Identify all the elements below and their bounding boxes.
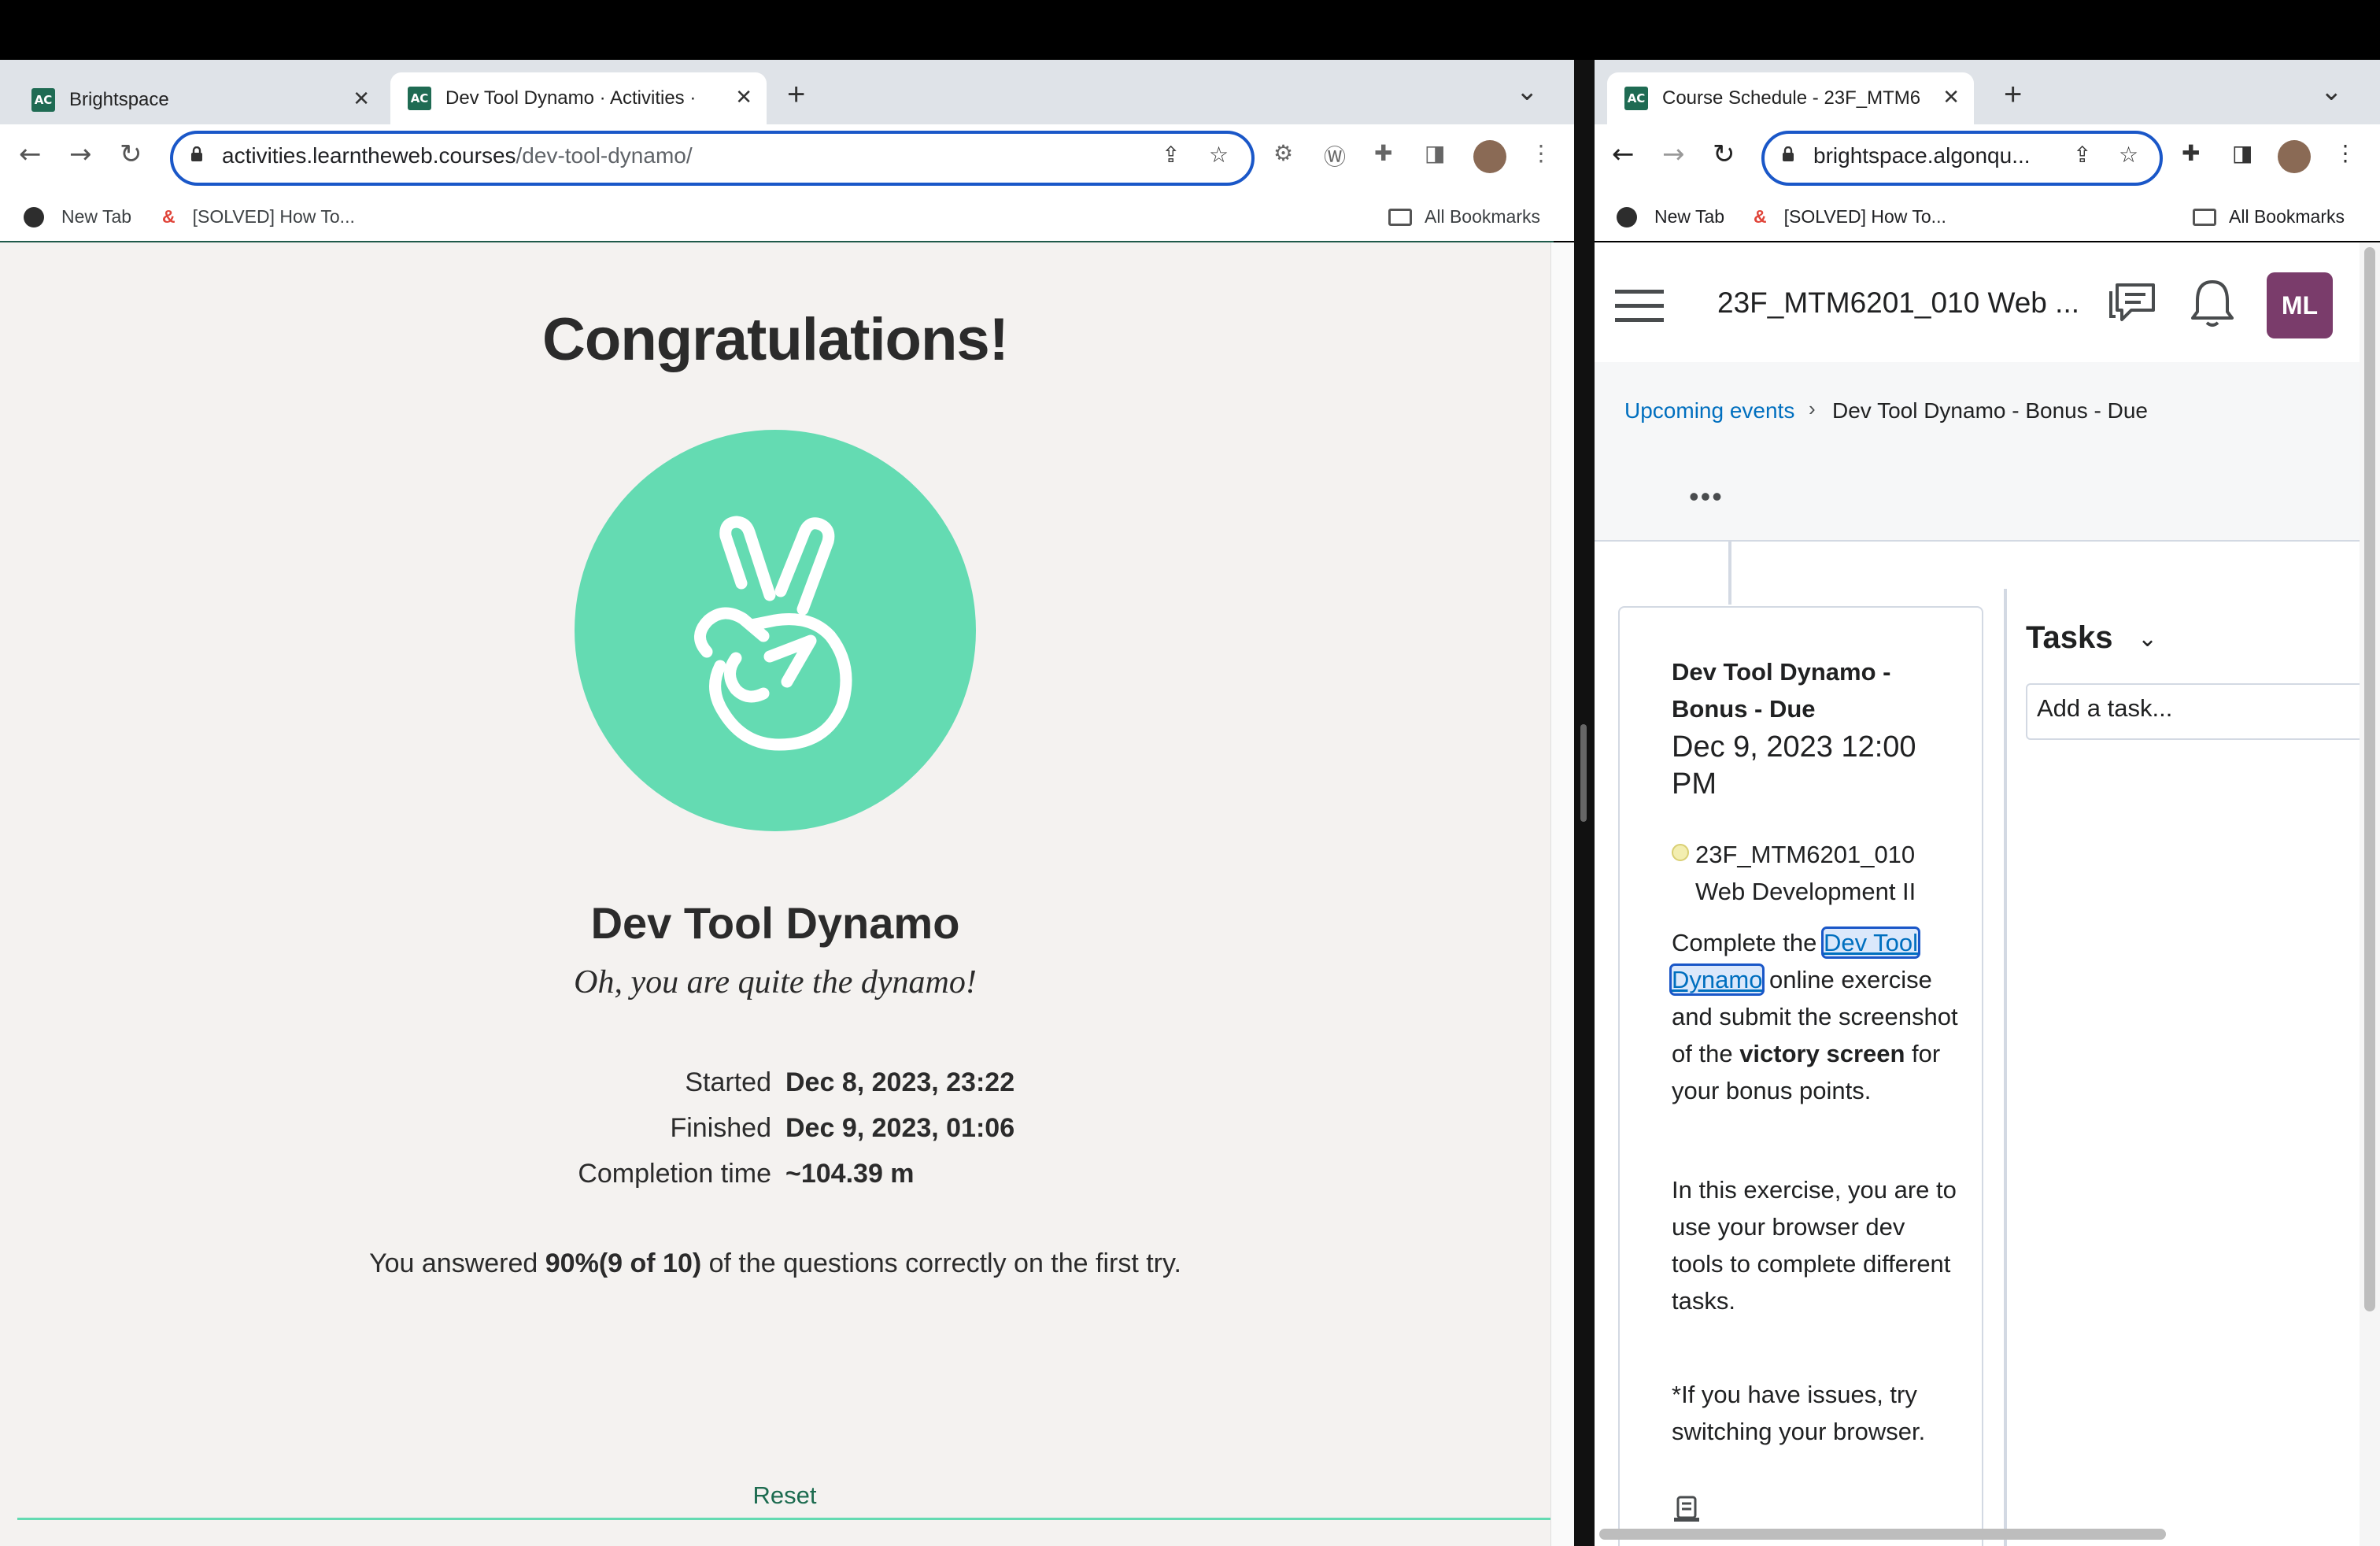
reset-divider: [17, 1518, 1552, 1520]
extension-icon[interactable]: ⚙: [1273, 140, 1293, 166]
reload-icon[interactable]: ↻: [1713, 139, 1735, 170]
column-divider: [1728, 542, 1731, 605]
stat-finished-value: Dec 9, 2023, 01:06: [785, 1113, 1015, 1143]
tab-brightspace[interactable]: AC Brightspace ✕: [14, 74, 384, 126]
right-bookmarks-bar: New Tab & [SOLVED] How To... All Bookmark…: [1595, 195, 2380, 241]
reload-icon[interactable]: ↻: [120, 139, 142, 170]
event-card: Dev Tool Dynamo - Bonus - Due Dec 9, 202…: [1618, 606, 1983, 1546]
close-tab-icon[interactable]: ✕: [353, 87, 370, 111]
breadcrumb-upcoming-events[interactable]: Upcoming events: [1624, 398, 1794, 423]
brightspace-favicon-icon: AC: [1624, 87, 1648, 110]
url-text: activities.learntheweb.courses/dev-tool-…: [222, 143, 693, 168]
user-avatar[interactable]: ML: [2267, 272, 2333, 338]
lock-icon: [1783, 146, 1794, 161]
share-icon[interactable]: ⇪: [2073, 142, 2091, 168]
course-title[interactable]: 23F_MTM6201_010 Web ...: [1717, 287, 2079, 320]
congratulations-heading: Congratulations!: [542, 306, 1009, 373]
stat-completion-value: ~104.39 m: [785, 1159, 915, 1189]
tab-search-icon[interactable]: ⌄: [2320, 76, 2343, 107]
event-course: 23F_MTM6201_010 Web Development II: [1695, 841, 1916, 905]
event-paragraph-3: *If you have issues, try switching your …: [1672, 1381, 1926, 1445]
brightspace-page: 23F_MTM6201_010 Web ... ML Upcoming even…: [1595, 242, 2380, 1546]
course-color-dot-icon: [1672, 844, 1689, 861]
activity-subtitle: Oh, you are quite the dynamo!: [574, 964, 977, 1000]
solved-logo-icon: &: [162, 206, 176, 227]
bookmark-solved-how-to[interactable]: & [SOLVED] How To...: [1754, 206, 1946, 227]
chevron-down-icon[interactable]: ⌄: [2138, 625, 2157, 653]
activities-favicon-icon: AC: [408, 87, 431, 110]
all-bookmarks[interactable]: All Bookmarks: [1388, 206, 1540, 227]
address-bar[interactable]: activities.learntheweb.courses/dev-tool-…: [170, 131, 1255, 186]
tab-search-icon[interactable]: ⌄: [1516, 76, 1539, 107]
notifications-bell-icon[interactable]: [2190, 277, 2235, 329]
horizontal-scroll-thumb[interactable]: [1599, 1529, 2166, 1540]
event-description: Complete the Dev Tool Dynamo online exer…: [1669, 926, 1958, 1104]
brightspace-navbar: 23F_MTM6201_010 Web ... ML: [1595, 242, 2380, 362]
chevron-right-icon: ›: [1809, 397, 1816, 420]
score-summary: You answered 90%(9 of 10) of the questio…: [369, 1248, 1181, 1278]
left-page-scrollbar[interactable]: [1550, 242, 1574, 1546]
globe-icon: [1617, 206, 1637, 227]
peace-hand-icon: [694, 516, 852, 751]
event-title: Dev Tool Dynamo - Bonus - Due: [1672, 658, 1891, 723]
back-icon[interactable]: ←: [1612, 139, 1635, 170]
url-text: brightspace.algonqu...: [1813, 143, 2031, 168]
bookmark-star-icon[interactable]: ☆: [2119, 142, 2138, 168]
left-bookmarks-bar: New Tab & [SOLVED] How To... All Bookmark…: [0, 195, 1574, 241]
browser-menu-icon[interactable]: ⋮: [2334, 140, 2356, 166]
side-panel-icon[interactable]: ◨: [1425, 140, 1445, 166]
lock-icon: [191, 146, 202, 161]
event-paragraph-2: In this exercise, you are to use your br…: [1672, 1176, 1957, 1315]
forward-icon[interactable]: →: [69, 139, 92, 170]
hamburger-menu-icon[interactable]: [1615, 288, 1664, 323]
globe-icon: [24, 206, 44, 227]
bookmark-new-tab[interactable]: New Tab: [1617, 206, 1724, 227]
extensions-puzzle-icon[interactable]: ✚: [1374, 140, 1392, 166]
browser-menu-icon[interactable]: ⋮: [1530, 140, 1552, 166]
breadcrumb: Upcoming events › Dev Tool Dynamo - Bonu…: [1595, 362, 2360, 542]
close-tab-icon[interactable]: ✕: [735, 85, 752, 109]
side-panel-icon[interactable]: ◨: [2232, 140, 2252, 166]
attachment-icon[interactable]: [1672, 1494, 1703, 1526]
forward-icon[interactable]: →: [1662, 139, 1685, 170]
solved-logo-icon: &: [1754, 206, 1767, 227]
split-handle[interactable]: [1580, 724, 1587, 822]
activity-title: Dev Tool Dynamo: [590, 898, 960, 948]
address-bar[interactable]: brightspace.algonqu... ⇪ ☆: [1761, 131, 2163, 186]
stat-completion-label: Completion time: [578, 1159, 771, 1189]
new-tab-button[interactable]: +: [787, 77, 805, 113]
bookmark-new-tab[interactable]: New Tab: [24, 206, 131, 227]
brightspace-favicon-icon: AC: [31, 88, 55, 112]
wordpress-extension-icon[interactable]: Ⓦ: [1324, 140, 1346, 172]
activity-page: Congratulations! Dev Tool Dynamo Oh, you…: [0, 242, 1574, 1546]
profile-avatar-icon[interactable]: [1473, 140, 1506, 173]
stat-finished-label: Finished: [670, 1113, 771, 1143]
profile-avatar-icon[interactable]: [2278, 140, 2311, 173]
reset-button[interactable]: Reset: [0, 1481, 1569, 1510]
folder-icon: [2193, 208, 2216, 226]
bookmark-solved-how-to[interactable]: & [SOLVED] How To...: [162, 206, 355, 227]
share-icon[interactable]: ⇪: [1162, 142, 1180, 168]
extensions-puzzle-icon[interactable]: ✚: [2182, 140, 2200, 166]
panel-divider: [2004, 589, 2007, 1546]
all-bookmarks[interactable]: All Bookmarks: [2193, 206, 2345, 227]
breadcrumb-current: Dev Tool Dynamo - Bonus - Due: [1832, 398, 2148, 423]
new-tab-button[interactable]: +: [2004, 77, 2022, 113]
back-icon[interactable]: ←: [19, 139, 42, 170]
stat-started-value: Dec 8, 2023, 23:22: [785, 1067, 1015, 1097]
more-options-button[interactable]: •••: [1689, 480, 1724, 513]
folder-icon: [1388, 208, 1412, 226]
messages-icon[interactable]: [2108, 280, 2158, 327]
bookmark-star-icon[interactable]: ☆: [1209, 142, 1229, 168]
victory-badge: [575, 430, 976, 831]
add-task-input[interactable]: Add a task...: [2026, 683, 2364, 740]
vertical-scroll-thumb[interactable]: [2364, 247, 2375, 1311]
stat-started-label: Started: [685, 1067, 771, 1097]
tab-course-schedule[interactable]: AC Course Schedule - 23F_MTM6 ✕: [1607, 72, 1974, 124]
close-tab-icon[interactable]: ✕: [1942, 85, 1960, 109]
tab-dev-tool-dynamo[interactable]: AC Dev Tool Dynamo · Activities · ✕: [390, 72, 767, 124]
tasks-heading: Tasks: [2026, 620, 2113, 655]
event-date: Dec 9, 2023 12:00 PM: [1672, 730, 1916, 801]
